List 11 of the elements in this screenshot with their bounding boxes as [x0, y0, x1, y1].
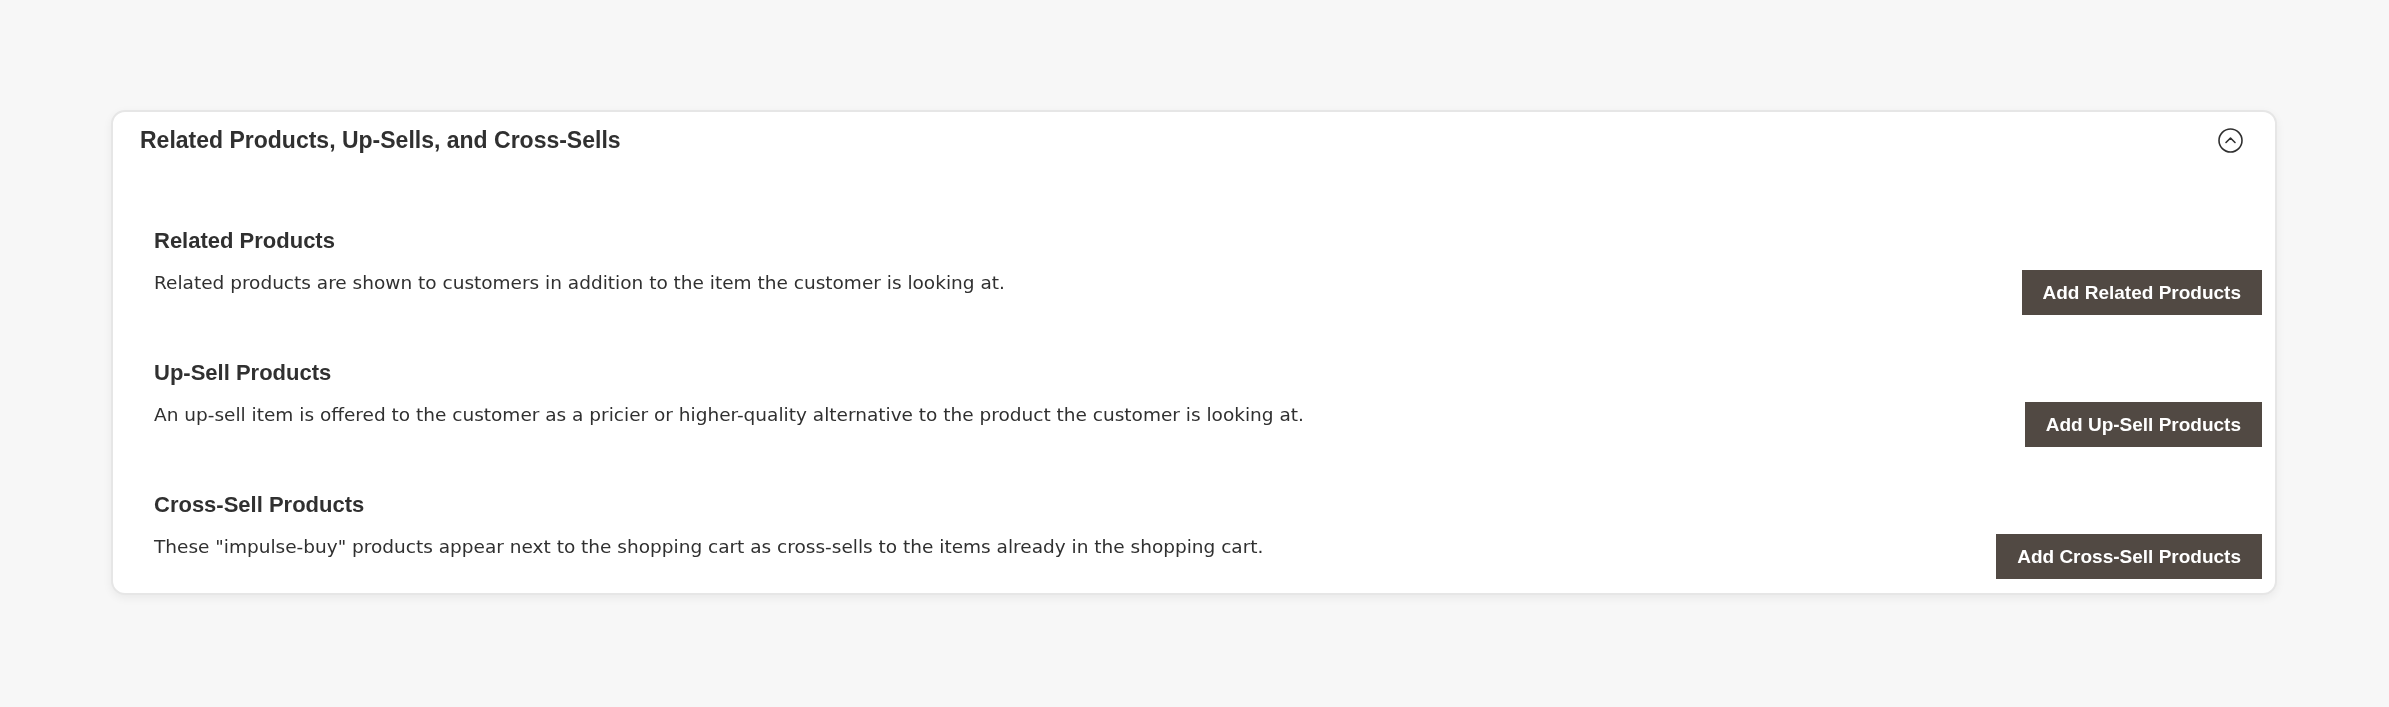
section-title: Up-Sell Products — [154, 359, 332, 387]
add-products-button[interactable]: Add Related Products — [2021, 270, 2262, 315]
section-description: An up-sell item is offered to the customer as a pricier or higher-quality alternative to the product the customer is looking at. — [154, 403, 1304, 427]
section-title: Related Products — [154, 227, 335, 255]
section-title: Cross-Sell Products — [154, 491, 365, 519]
add-products-button[interactable]: Add Up-Sell Products — [2024, 402, 2262, 447]
section-description: Related products are shown to customers in addition to the item the customer is looking at. — [154, 271, 1005, 295]
add-products-button[interactable]: Add Cross-Sell Products — [1996, 534, 2262, 579]
section-description: These "impulse-buy" products appear next to the shopping cart as cross-sells to the items already in the shopping cart. — [154, 535, 1264, 559]
panel-title: Related Products, Up-Sells, and Cross-Sells — [140, 126, 621, 155]
chevron-up-circle-icon[interactable] — [2218, 127, 2243, 153]
